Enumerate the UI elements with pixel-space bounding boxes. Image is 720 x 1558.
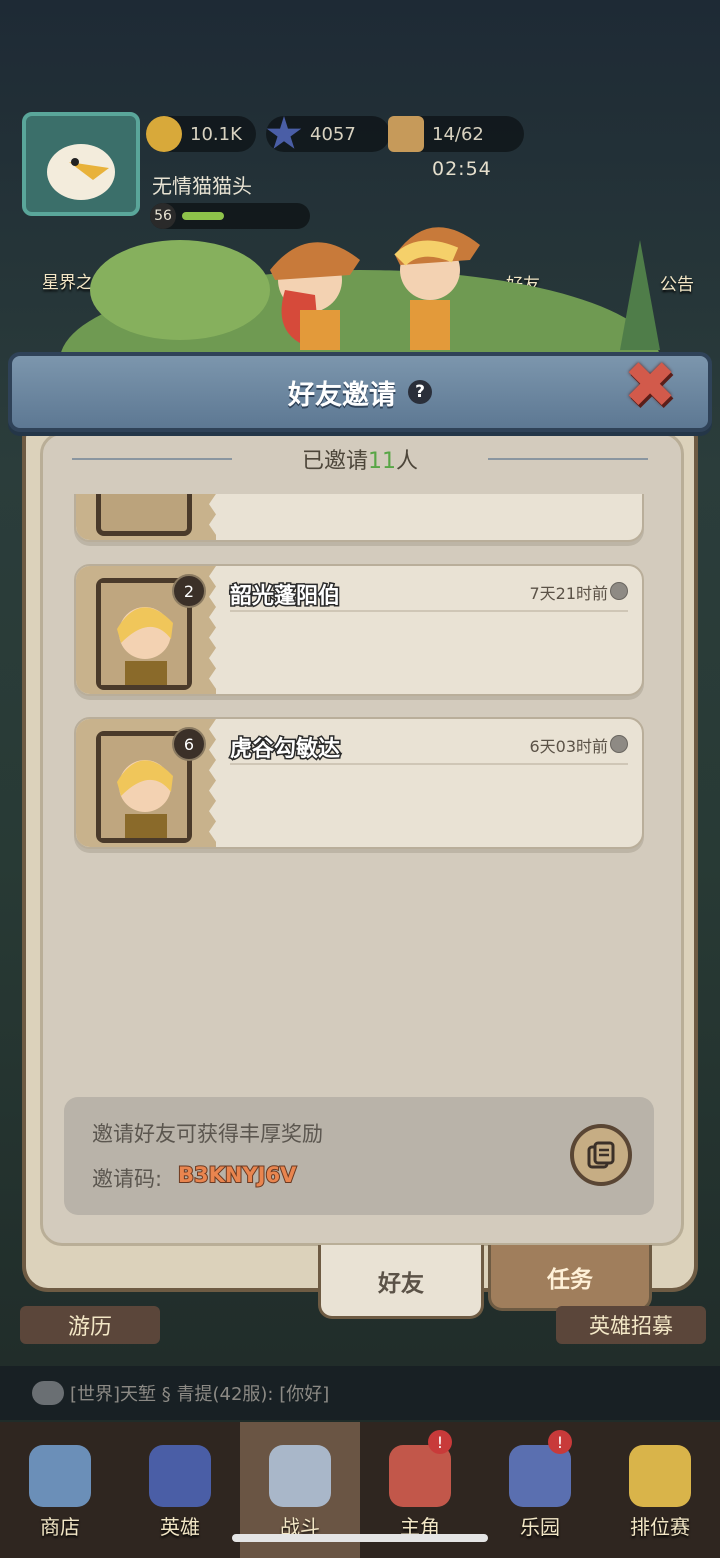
offline-status-icon [610,582,628,600]
modal-title-banner: 好友邀请 ? [8,352,712,432]
world-chat-bar[interactable]: [世界]天堑 § 青提(42服): [你好] [0,1366,720,1420]
friend-name: 虎谷勾敏达 [228,736,341,764]
biscuit-icon [388,116,424,152]
tab-friends[interactable]: 好友 [318,1245,484,1319]
modal-title: 好友邀请 [288,379,396,411]
coin-counter[interactable]: 10.1K [146,116,256,152]
copy-code-button[interactable] [570,1124,632,1186]
close-button[interactable]: ✖ [614,354,686,418]
eagle-avatar-icon [47,144,115,200]
notice-entry-label[interactable]: 公告 [660,270,694,295]
adventurers-illustration [60,227,660,370]
hero-cards-icon [149,1445,211,1507]
owl-icon [389,1445,451,1507]
last-online-time: 6天03时前 [529,737,608,756]
chat-bubble-icon [32,1381,64,1405]
chat-message: [世界]天堑 § 青提(42服): [你好] [70,1384,330,1405]
ticket-counter[interactable]: 14/62 [388,116,524,152]
last-online-time: 7天21时前 [529,584,608,603]
divider-left [72,458,232,460]
card-divider [230,610,628,612]
help-icon[interactable]: ? [408,380,432,404]
castle-icon [509,1445,571,1507]
nav-ranked[interactable]: 排位赛 [600,1422,720,1558]
nav-shop[interactable]: 商店 [0,1422,120,1558]
invited-count-row: 已邀请11人 [72,444,648,474]
invite-code: B3KNYJ6V [177,1162,297,1188]
nav-heroes[interactable]: 英雄 [120,1422,240,1558]
travel-entry[interactable]: 游历 [20,1306,160,1344]
invited-count-text: 已邀请11人 [301,449,419,474]
hero-recruit-entry[interactable]: 英雄招募 [556,1306,706,1344]
shop-icon [29,1445,91,1507]
invite-info-box [64,1097,654,1215]
friend-list[interactable]: 2 韶光蓬阳伯 7天21时前 6 虎谷勾敏达 6天03时前 [74,494,646,870]
friend-level-badge: 6 [172,727,206,761]
invite-code-label: 邀请码: [92,1167,163,1191]
friend-name: 韶光蓬阳伯 [228,583,341,611]
friend-card[interactable]: 6 虎谷勾敏达 6天03时前 [74,717,644,849]
star-icon [266,116,302,149]
refresh-timer: 02:54 [432,158,492,180]
copy-icon [587,1141,615,1169]
friend-card[interactable]: 2 韶光蓬阳伯 7天21时前 [74,564,644,696]
nav-park[interactable]: ! 乐园 [480,1422,600,1558]
friend-level-badge: 2 [172,574,206,608]
coin-icon [146,116,182,152]
friend-card[interactable] [74,494,644,542]
home-indicator[interactable] [232,1534,488,1542]
star-counter[interactable]: 4057 [266,116,390,152]
offline-status-icon [610,735,628,753]
alert-icon: ! [428,1430,452,1454]
invited-count: 11 [368,449,396,474]
tab-tasks[interactable]: 任务 [488,1245,652,1311]
card-divider [230,763,628,765]
trophy-icon [629,1445,691,1507]
invite-hint: 邀请好友可获得丰厚奖励 [92,1122,323,1146]
friend-portrait [96,494,192,536]
divider-right [488,458,648,460]
player-name: 无情猫猫头 [152,174,252,198]
alert-icon: ! [548,1430,572,1454]
sword-icon [269,1445,331,1507]
